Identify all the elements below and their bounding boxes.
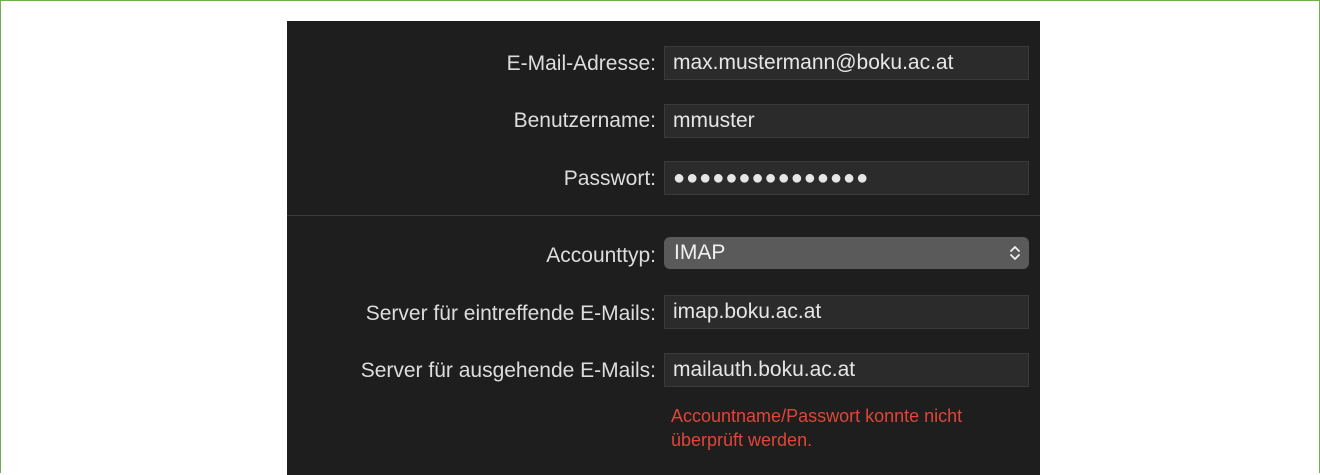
username-label: Benutzername:	[513, 109, 656, 132]
incoming-server-label: Server für eintreffende E-Mails:	[365, 302, 656, 325]
account-settings-panel: E-Mail-Adresse: max.mustermann@boku.ac.a…	[287, 21, 1040, 475]
username-field[interactable]: mmuster	[664, 104, 1029, 138]
error-message: Accountname/Passwort konnte nicht überpr…	[671, 404, 1031, 452]
outgoing-server-label: Server für ausgehende E-Mails:	[360, 359, 656, 382]
error-line-2: überprüft werden.	[671, 430, 813, 450]
outgoing-server-field[interactable]: mailauth.boku.ac.at	[664, 353, 1029, 387]
email-label: E-Mail-Adresse:	[506, 52, 656, 75]
account-type-value: IMAP	[674, 241, 726, 264]
password-label: Passwort:	[563, 167, 656, 190]
error-line-1: Accountname/Passwort konnte nicht	[671, 406, 963, 426]
account-type-select[interactable]: IMAP	[664, 237, 1029, 269]
section-divider	[287, 215, 1040, 216]
outer-frame: E-Mail-Adresse: max.mustermann@boku.ac.a…	[0, 0, 1320, 475]
account-type-label: Accounttyp:	[546, 244, 656, 267]
email-field[interactable]: max.mustermann@boku.ac.at	[664, 46, 1029, 80]
incoming-server-field[interactable]: imap.boku.ac.at	[664, 295, 1029, 329]
chevron-up-down-icon	[1010, 246, 1020, 260]
password-field[interactable]: ●●●●●●●●●●●●●●●	[664, 161, 1029, 195]
